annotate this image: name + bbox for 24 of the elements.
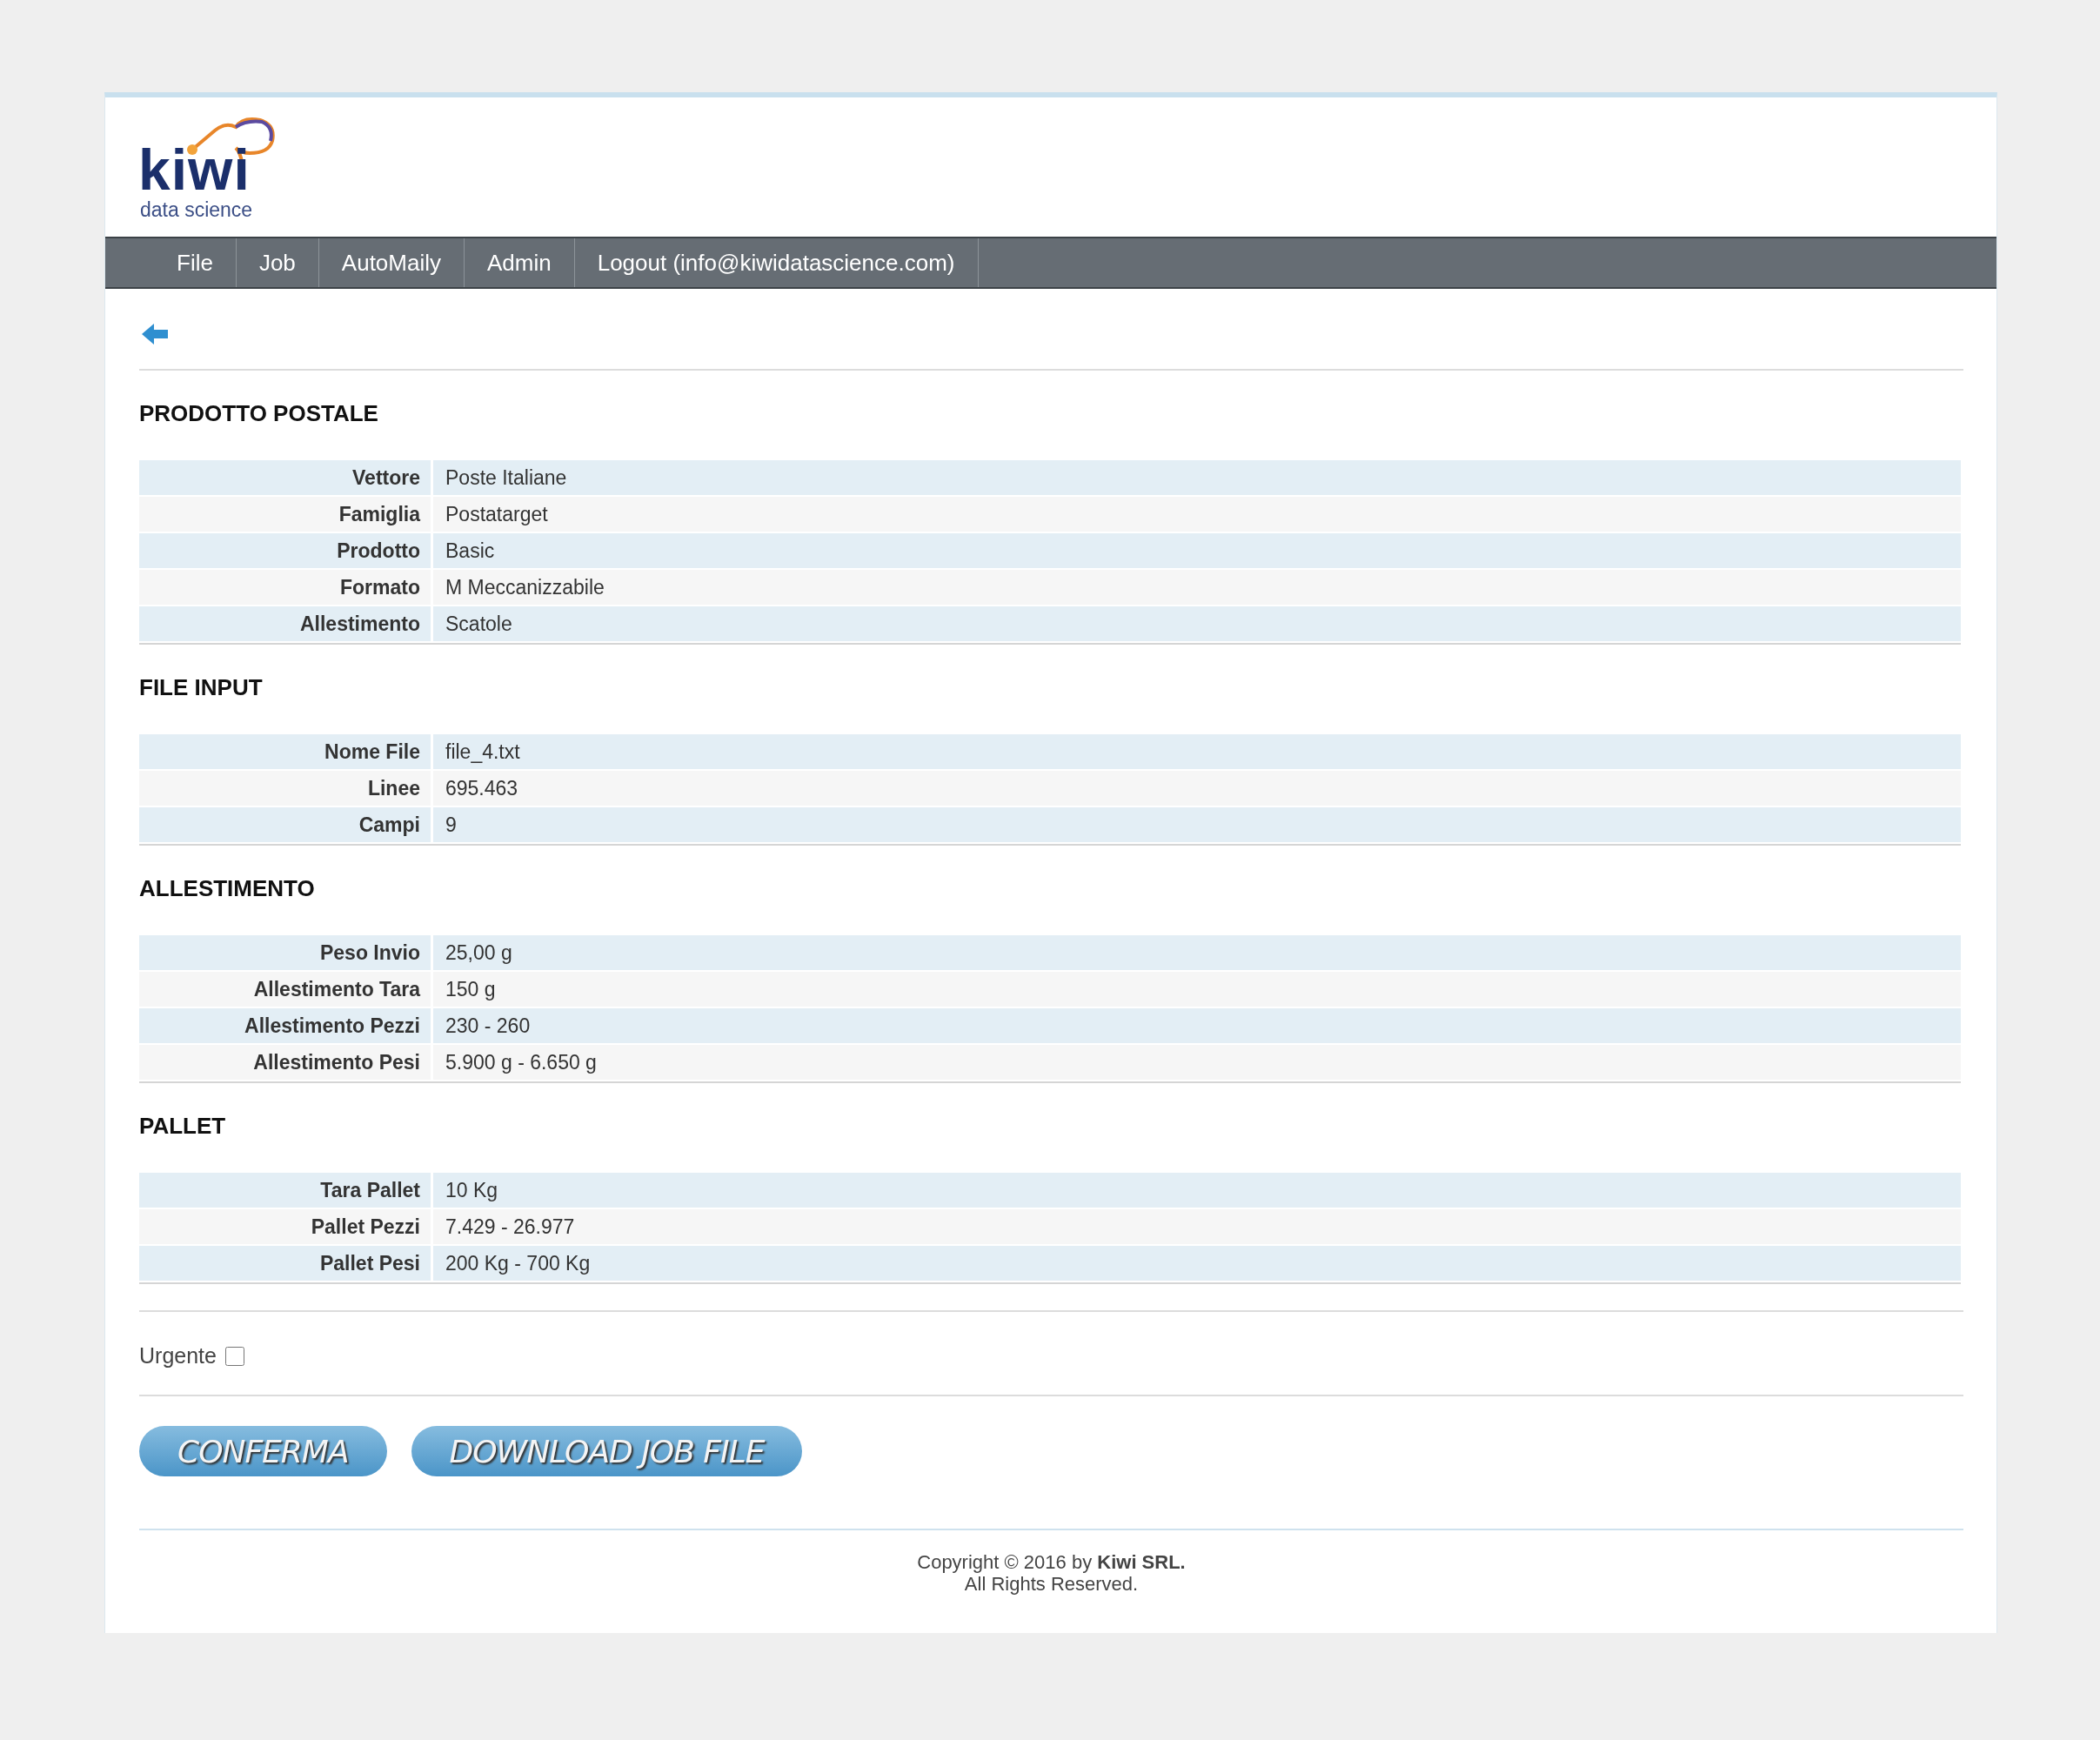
nav-item[interactable]: Job [236, 238, 319, 287]
field-value: 200 Kg - 700 Kg [433, 1246, 1961, 1282]
back-arrow-icon[interactable] [140, 322, 170, 346]
field-value: Scatole [433, 606, 1961, 643]
urgent-label: Urgente [139, 1343, 217, 1369]
nav-item[interactable]: Admin [465, 238, 575, 287]
nav-item[interactable]: File [154, 238, 237, 287]
section-heading: FILE INPUT [139, 674, 264, 701]
field-label: Allestimento Pesi [139, 1045, 433, 1081]
nav-item[interactable]: AutoMaily [318, 238, 465, 287]
section-heading: ALLESTIMENTO [139, 875, 316, 902]
copyright-text: Copyright © 2016 by Kiwi SRL. [916, 1551, 1187, 1573]
field-value: 9 [433, 807, 1961, 844]
rights-text: All Rights Reserved. [963, 1573, 1140, 1595]
section-heading: PRODOTTO POSTALE [139, 400, 379, 427]
field-label: Pallet Pesi [139, 1246, 433, 1282]
logo-wordmark: kiwi [138, 141, 251, 198]
field-label: Campi [139, 807, 433, 844]
urgent-checkbox[interactable] [224, 1346, 244, 1366]
nav-item[interactable]: Logout (info@kiwidatascience.com) [574, 238, 979, 287]
section-heading: PALLET [139, 1113, 227, 1140]
field-value: 5.900 g - 6.650 g [433, 1045, 1961, 1081]
logo-tagline: data science [140, 200, 253, 220]
field-label: Allestimento [139, 606, 433, 643]
